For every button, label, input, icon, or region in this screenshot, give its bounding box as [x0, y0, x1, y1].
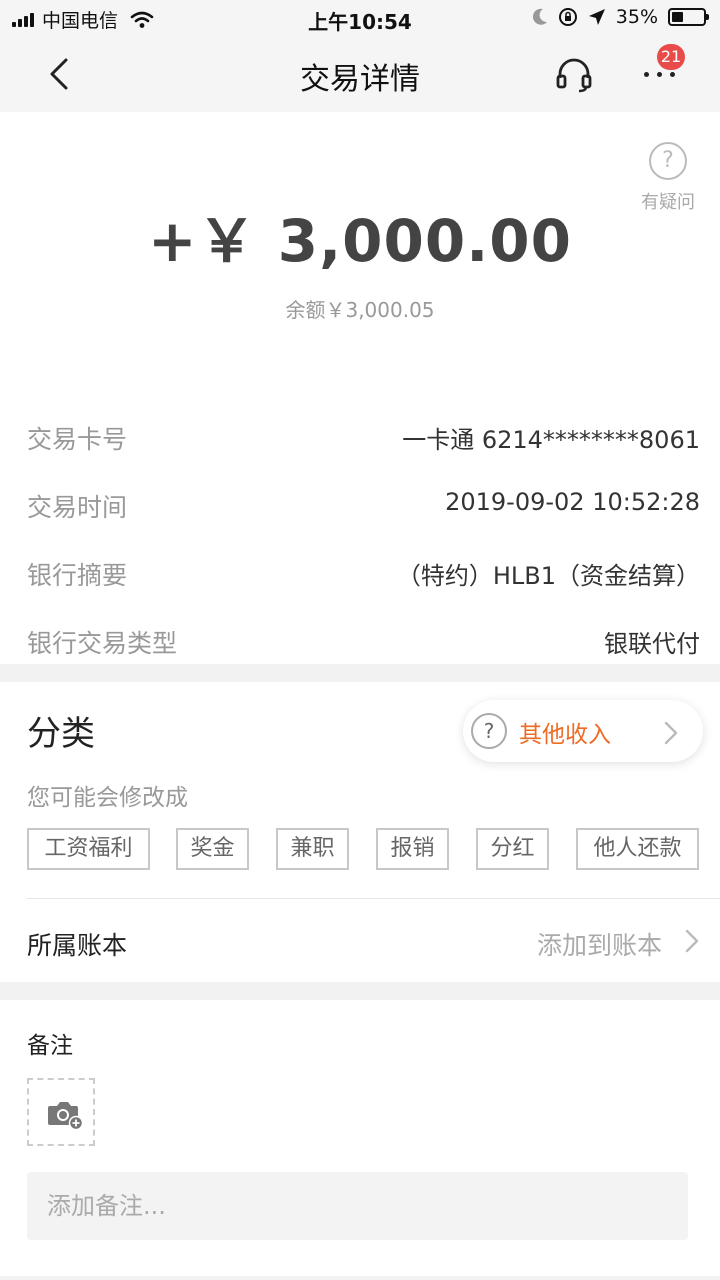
- question-icon: ?: [471, 713, 507, 749]
- details-list: 交易卡号 一卡通 6214********8061 交易时间 2019-09-0…: [0, 402, 720, 674]
- chevron-right-icon: [685, 929, 699, 953]
- detail-row-time: 交易时间 2019-09-02 10:52:28: [0, 470, 720, 538]
- category-selector[interactable]: ? 其他收入: [463, 700, 703, 762]
- current-category: 其他收入: [519, 722, 611, 748]
- transaction-amount: +￥ 3,000.00: [148, 207, 572, 275]
- detail-label: 银行摘要: [27, 561, 128, 590]
- balance-text: 余额￥3,000.05: [285, 298, 435, 322]
- detail-label: 交易时间: [27, 493, 128, 522]
- detail-row-summary: 银行摘要 （特约）HLB1（资金结算）: [0, 538, 720, 606]
- battery-percent: 35%: [615, 6, 658, 28]
- question-icon: ?: [649, 142, 687, 180]
- note-input[interactable]: [27, 1172, 688, 1240]
- note-label: 备注: [27, 1033, 73, 1059]
- location-icon: [588, 9, 605, 25]
- tag-option[interactable]: 报销: [376, 828, 449, 870]
- detail-value: （特约）HLB1（资金结算）: [396, 562, 700, 590]
- note-card: 备注: [0, 1000, 720, 1276]
- ledger-label: 所属账本: [27, 931, 128, 960]
- rotation-lock-icon: [558, 8, 577, 26]
- detail-value: 银联代付: [604, 630, 700, 658]
- page-title: 交易详情: [300, 62, 420, 97]
- detail-value: 一卡通 6214********8061: [402, 426, 700, 454]
- detail-value: 2019-09-02 10:52:28: [445, 488, 700, 516]
- suggest-label: 您可能会修改成: [27, 785, 188, 811]
- battery-fill: [672, 12, 683, 22]
- battery-icon: [668, 8, 709, 26]
- tag-option[interactable]: 奖金: [176, 828, 249, 870]
- status-right: 35%: [532, 6, 709, 28]
- category-tags: 工资福利 奖金 兼职 报销 分红 他人还款: [27, 828, 707, 872]
- detail-label: 银行交易类型: [27, 629, 178, 658]
- detail-row-type: 银行交易类型 银联代付: [0, 606, 720, 674]
- divider: [27, 898, 720, 899]
- camera-plus-icon: [48, 1102, 83, 1130]
- detail-row-card: 交易卡号 一卡通 6214********8061: [0, 402, 720, 470]
- tag-option[interactable]: 分红: [476, 828, 549, 870]
- ledger-value: 添加到账本: [536, 931, 662, 960]
- tag-option[interactable]: 他人还款: [576, 828, 699, 870]
- nav-bar: 交易详情: [0, 36, 720, 112]
- chevron-right-icon: [664, 721, 678, 745]
- add-photo-button[interactable]: [27, 1078, 95, 1146]
- headset-icon[interactable]: [555, 56, 593, 94]
- detail-label: 交易卡号: [27, 425, 128, 454]
- notification-badge: 21: [657, 44, 685, 70]
- moon-icon: [532, 8, 547, 25]
- transaction-card: ? 有疑问 +￥ 3,000.00 余额￥3,000.05 交易卡号 一卡通 6…: [0, 112, 720, 664]
- status-bar: 中国电信 上午10:54 35%: [0, 0, 720, 36]
- tag-option[interactable]: 工资福利: [27, 828, 150, 870]
- tag-option[interactable]: 兼职: [276, 828, 349, 870]
- category-title: 分类: [27, 714, 95, 754]
- category-card: 分类 ? 其他收入 您可能会修改成 工资福利 奖金 兼职 报销 分红 他人还款 …: [0, 682, 720, 982]
